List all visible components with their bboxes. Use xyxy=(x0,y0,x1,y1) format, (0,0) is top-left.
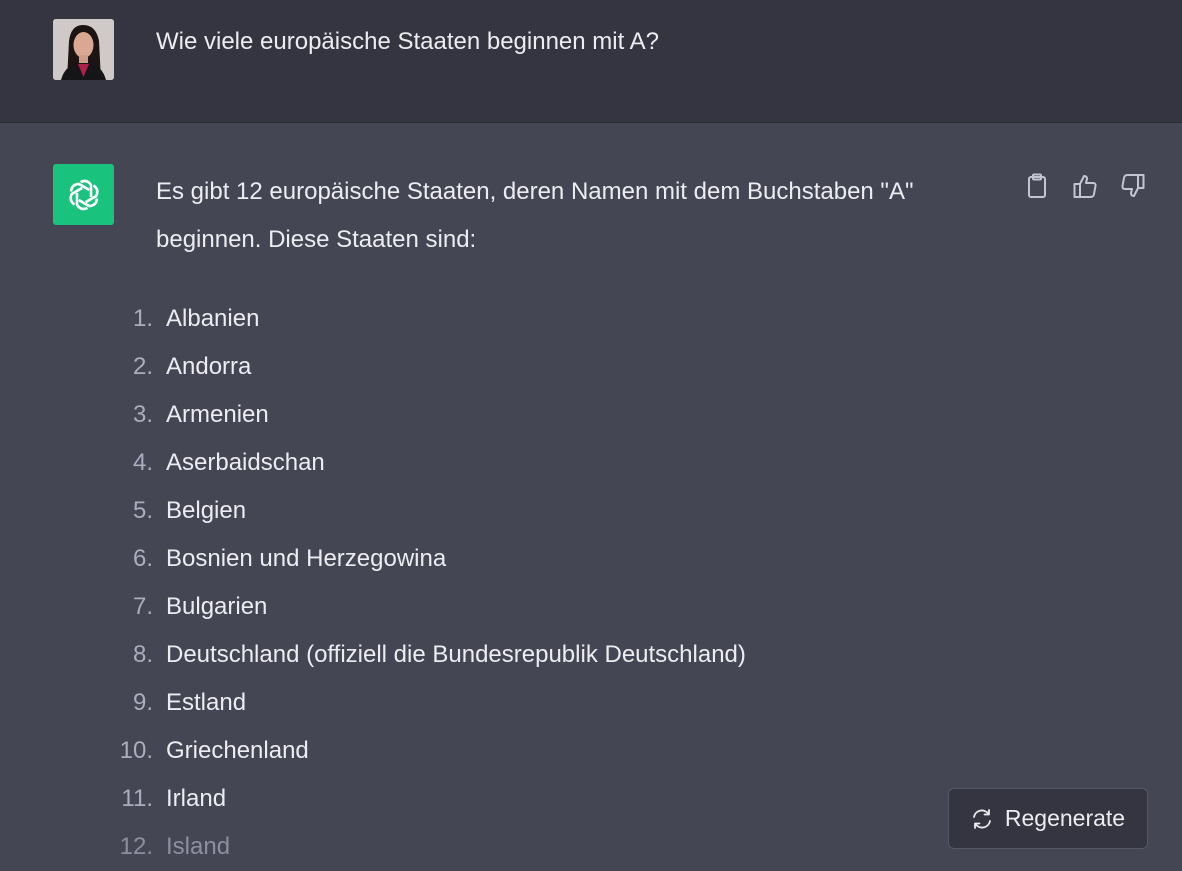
user-message-text: Wie viele europäische Staaten beginnen m… xyxy=(156,28,659,55)
user-avatar xyxy=(53,19,114,80)
refresh-icon xyxy=(972,808,991,829)
thumbs-up-button[interactable] xyxy=(1068,171,1102,201)
assistant-message-row: Es gibt 12 europäische Staaten, deren Na… xyxy=(0,123,1182,869)
message-actions xyxy=(1020,171,1150,201)
user-message-row: Wie viele europäische Staaten beginnen m… xyxy=(0,0,1182,123)
thumbs-up-icon xyxy=(1073,175,1097,198)
copy-button[interactable] xyxy=(1020,171,1054,201)
regenerate-button[interactable]: Regenerate xyxy=(948,788,1148,849)
regenerate-label: Regenerate xyxy=(1004,805,1126,831)
assistant-intro-text: Es gibt 12 europäische Staaten, deren Na… xyxy=(156,178,914,253)
chatgpt-logo-icon xyxy=(53,164,114,225)
clipboard-icon xyxy=(1028,173,1046,198)
thumbs-down-button[interactable] xyxy=(1116,171,1150,201)
thumbs-down-icon xyxy=(1121,174,1145,197)
